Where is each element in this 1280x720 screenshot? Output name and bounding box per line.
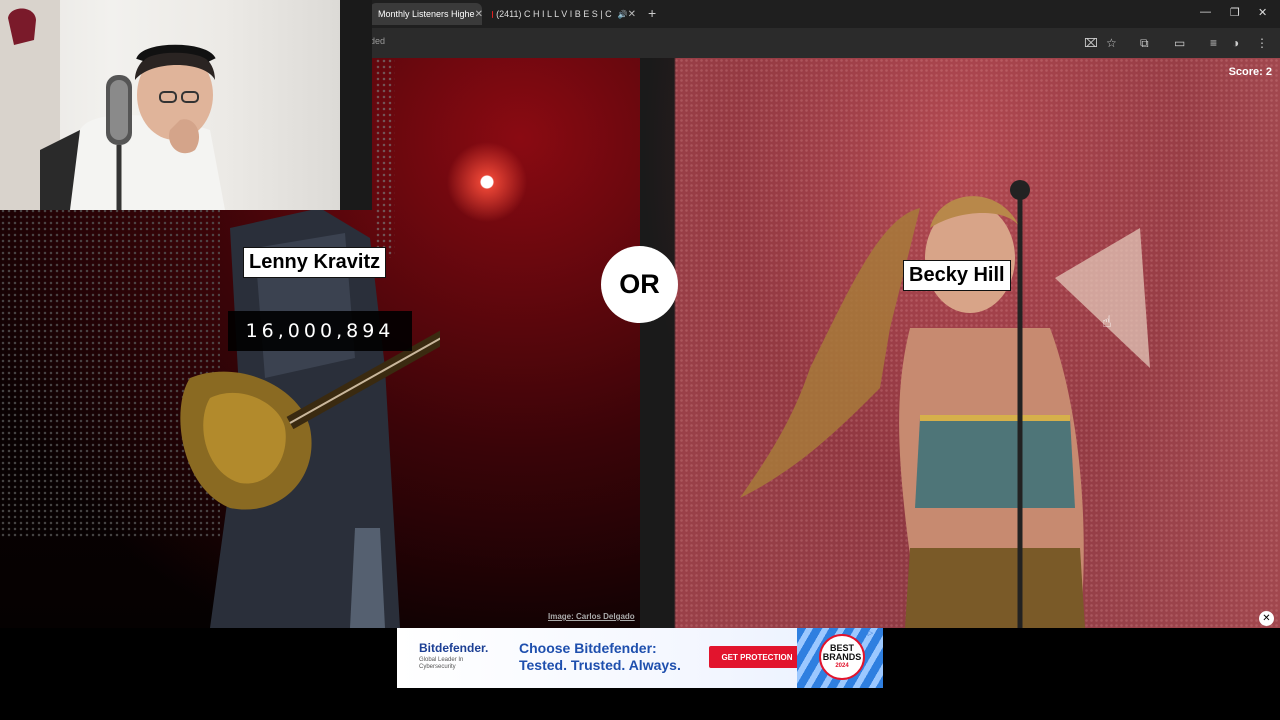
versus-badge: OR [601, 246, 678, 323]
monthly-listeners-count: 16,000,894 [228, 311, 412, 351]
speaker-icon[interactable]: 🔊 [618, 10, 628, 19]
score-counter: Score: 2 [1228, 66, 1272, 78]
close-window-button[interactable]: ✕ [1258, 6, 1267, 19]
star-icon[interactable]: ☆ [1106, 36, 1117, 50]
bitdefender-ad-banner[interactable]: Bitdefender. Global Leader In Cybersecur… [397, 628, 883, 688]
streamer-video [0, 0, 372, 210]
best-brands-badge-icon: BEST BRANDS 2024 [819, 634, 865, 680]
tab-monthly-listeners[interactable]: Monthly Listeners Highe ✕ [370, 3, 482, 25]
image-credit-link[interactable]: Image: Carlos Delgado [548, 612, 635, 621]
badge-line3: 2024 [835, 662, 849, 669]
badge-line2: BRANDS [822, 651, 862, 662]
profile-icon[interactable]: ◑ [1232, 36, 1239, 50]
adchoices-icon[interactable]: ▷ ✕ [868, 629, 881, 637]
url-field[interactable]: ded [370, 36, 385, 46]
extensions-icon[interactable]: ⧉ [1140, 36, 1149, 51]
ad-brand-logo: Bitdefender. [419, 641, 489, 655]
ad-headline: Choose Bitdefender: Tested. Trusted. Alw… [519, 640, 681, 674]
ad-headline-line1: Choose Bitdefender: [519, 640, 657, 656]
get-protection-button[interactable]: GET PROTECTION [709, 646, 805, 668]
address-bar: ded ⌧ ☆ ⧉ ▭ ≡ ◑ ⋮ [370, 28, 1280, 58]
menu-icon[interactable]: ⋮ [1256, 36, 1268, 50]
tab-title: (2411) C H I L L V I B E S | C [496, 9, 612, 19]
hand-cursor-icon: ☝ [1102, 314, 1112, 331]
ad-headline-line2: Tested. Trusted. Always. [519, 657, 681, 673]
minimize-button[interactable]: — [1200, 6, 1211, 18]
close-ad-button[interactable]: ✕ [1259, 611, 1274, 626]
ad-tagline: Global Leader In Cybersecurity [419, 657, 464, 670]
close-icon[interactable]: ✕ [628, 9, 636, 20]
tab-youtube[interactable]: (2411) C H I L L V I B E S | C 🔊 ✕ [484, 3, 644, 25]
maximize-button[interactable]: ❐ [1230, 6, 1240, 19]
tab-title: Monthly Listeners Highe [378, 9, 475, 19]
right-artist-name: Becky Hill [903, 260, 1011, 291]
media-control-icon[interactable]: ≡ [1210, 36, 1217, 50]
new-tab-button[interactable]: + [648, 5, 656, 21]
webcam-overlay [0, 0, 372, 210]
left-artist-name: Lenny Kravitz [243, 247, 387, 278]
right-artist-image [640, 58, 1280, 628]
cast-icon[interactable]: ▭ [1174, 36, 1185, 50]
close-icon[interactable]: ✕ [475, 9, 482, 20]
singer-figure [740, 180, 1150, 628]
translate-icon[interactable]: ⌧ [1084, 36, 1098, 50]
browser-tab-bar: Monthly Listeners Highe ✕ (2411) C H I L… [370, 0, 1280, 28]
